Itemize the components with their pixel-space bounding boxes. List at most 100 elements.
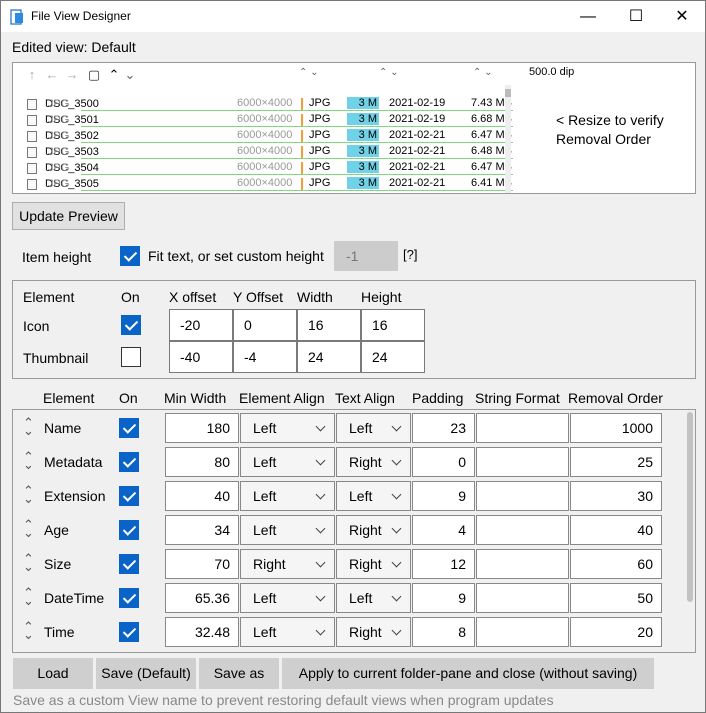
drag-handle-icon[interactable]: ⌃ ⌄ — [23, 586, 34, 607]
min-width-input[interactable]: 32.48 — [165, 617, 239, 647]
padding-input[interactable]: 12 — [412, 549, 475, 579]
apply-button[interactable]: Apply to current folder-pane and close (… — [282, 658, 654, 689]
scrollbar-thumb[interactable] — [505, 89, 511, 97]
preview-scrollbar[interactable] — [505, 85, 511, 193]
text-align-select[interactable]: Left — [336, 481, 411, 511]
removal-order-input[interactable]: 50 — [570, 583, 662, 613]
thumbnail-on-checkbox[interactable] — [121, 347, 141, 367]
removal-order-input[interactable]: 1000 — [570, 413, 662, 443]
row-guide-line — [81, 158, 513, 159]
element-align-select[interactable]: Left — [240, 515, 335, 545]
fit-text-checkbox[interactable] — [120, 246, 140, 266]
custom-height-field[interactable]: -1 — [334, 241, 398, 271]
sort-caret-date-icon[interactable]: ⌃ ⌄ — [379, 67, 399, 78]
update-preview-button[interactable]: Update Preview — [12, 202, 125, 230]
element-align-select[interactable]: Right — [240, 549, 335, 579]
list-item[interactable]: DSC_3502 .JPG 6000×4000 JPG 3 M 2021-02-2… — [25, 128, 513, 144]
icon-width-input[interactable]: 16 — [297, 309, 361, 341]
drag-handle-icon[interactable]: ⌃ ⌄ — [23, 450, 34, 471]
thumbnail-y-offset-input[interactable]: -4 — [233, 341, 297, 373]
drag-handle-icon[interactable]: ⌃ ⌄ — [23, 416, 34, 437]
list-item[interactable]: DSC_3501 .JPG 6000×4000 JPG 3 M 2021-02-1… — [25, 112, 513, 128]
save-as-button[interactable]: Save as — [199, 658, 279, 689]
help-link[interactable]: [?] — [403, 247, 417, 262]
padding-input[interactable]: 4 — [412, 515, 475, 545]
string-format-input[interactable] — [476, 447, 569, 477]
min-width-input[interactable]: 34 — [165, 515, 239, 545]
file-list-preview[interactable]: ↑ ← → ▢ ⌃ ⌄ ⌃ ⌄ ⌃ ⌄ ⌃ ⌄ 500.0 dip DSC_35… — [12, 62, 696, 194]
text-align-select[interactable]: Right — [336, 549, 411, 579]
removal-order-input[interactable]: 30 — [570, 481, 662, 511]
min-width-input[interactable]: 65.36 — [165, 583, 239, 613]
element-align-select[interactable]: Left — [240, 583, 335, 613]
min-width-input[interactable]: 40 — [165, 481, 239, 511]
column-on-checkbox[interactable] — [119, 520, 139, 540]
list-item[interactable]: DSC_3504 .JPG 6000×4000 JPG 3 M 2021-02-2… — [25, 160, 513, 176]
column-on-checkbox[interactable] — [119, 588, 139, 608]
string-format-input[interactable] — [476, 413, 569, 443]
columns-scrollbar-thumb[interactable] — [687, 412, 693, 602]
padding-input[interactable]: 23 — [412, 413, 475, 443]
save-default-button[interactable]: Save (Default) — [96, 658, 196, 689]
back-icon[interactable]: ← — [43, 66, 61, 84]
sort-caret-size-icon[interactable]: ⌃ ⌄ — [473, 67, 493, 78]
string-format-input[interactable] — [476, 583, 569, 613]
min-width-input[interactable]: 70 — [165, 549, 239, 579]
text-align-select[interactable]: Right — [336, 447, 411, 477]
drag-handle-icon[interactable]: ⌃ ⌄ — [23, 484, 34, 505]
thumbnail-width-input[interactable]: 24 — [297, 341, 361, 373]
element-align-select[interactable]: Left — [240, 481, 335, 511]
maximize-button[interactable]: ☐ — [613, 1, 659, 32]
list-item[interactable]: DSC_3503 .JPG 6000×4000 JPG 3 M 2021-02-2… — [25, 144, 513, 160]
columns-table: ⌃ ⌄ Name 180 Left Left 23 1000 ⌃ ⌄ Metadat… — [12, 409, 696, 653]
column-on-checkbox[interactable] — [119, 554, 139, 574]
drag-handle-icon[interactable]: ⌃ ⌄ — [23, 518, 34, 539]
text-align-select[interactable]: Left — [336, 413, 411, 443]
icon-on-checkbox[interactable] — [121, 315, 141, 335]
minimize-button[interactable]: — — [565, 1, 611, 32]
drag-handle-icon[interactable]: ⌃ ⌄ — [23, 552, 34, 573]
list-item[interactable]: DSC_3505 .JPG 6000×4000 JPG 3 M 2021-02-2… — [25, 176, 513, 192]
element-align-select[interactable]: Left — [240, 617, 335, 647]
folder-icon[interactable]: ▢ — [85, 66, 103, 84]
removal-order-input[interactable]: 20 — [570, 617, 662, 647]
drag-handle-icon[interactable]: ⌃ ⌄ — [23, 620, 34, 641]
thumbnail-x-offset-input[interactable]: -40 — [169, 341, 233, 373]
string-format-input[interactable] — [476, 515, 569, 545]
padding-input[interactable]: 9 — [412, 481, 475, 511]
thumbnail-height-input[interactable]: 24 — [361, 341, 425, 373]
sort-caret-metadata-icon[interactable]: ⌃ ⌄ — [299, 67, 319, 78]
close-button[interactable]: ✕ — [659, 1, 705, 32]
icon-height-input[interactable]: 16 — [361, 309, 425, 341]
column-on-checkbox[interactable] — [119, 418, 139, 438]
icon-x-offset-input[interactable]: -20 — [169, 309, 233, 341]
padding-input[interactable]: 0 — [412, 447, 475, 477]
list-item[interactable]: DSC_3500 .JPG 6000×4000 JPG 3 M 2021-02-1… — [25, 96, 513, 112]
element-align-select[interactable]: Left — [240, 447, 335, 477]
up-arrow-icon[interactable]: ↑ — [23, 66, 41, 84]
text-align-select[interactable]: Right — [336, 515, 411, 545]
load-button[interactable]: Load — [13, 658, 93, 689]
preview-file-list: DSC_3500 .JPG 6000×4000 JPG 3 M 2021-02-1… — [25, 96, 513, 192]
app-icon — [10, 9, 23, 25]
column-on-checkbox[interactable] — [119, 452, 139, 472]
removal-order-input[interactable]: 25 — [570, 447, 662, 477]
padding-input[interactable]: 8 — [412, 617, 475, 647]
column-on-checkbox[interactable] — [119, 486, 139, 506]
text-align-select[interactable]: Right — [336, 617, 411, 647]
chevron-down-icon[interactable]: ⌄ — [121, 66, 139, 84]
removal-order-input[interactable]: 60 — [570, 549, 662, 579]
icon-y-offset-input[interactable]: 0 — [233, 309, 297, 341]
string-format-input[interactable] — [476, 481, 569, 511]
item-height-label: Item height — [22, 249, 92, 265]
removal-order-input[interactable]: 40 — [570, 515, 662, 545]
element-align-select[interactable]: Left — [240, 413, 335, 443]
padding-input[interactable]: 9 — [412, 583, 475, 613]
string-format-input[interactable] — [476, 617, 569, 647]
column-on-checkbox[interactable] — [119, 622, 139, 642]
text-align-select[interactable]: Left — [336, 583, 411, 613]
min-width-input[interactable]: 80 — [165, 447, 239, 477]
forward-icon[interactable]: → — [63, 66, 81, 84]
string-format-input[interactable] — [476, 549, 569, 579]
min-width-input[interactable]: 180 — [165, 413, 239, 443]
